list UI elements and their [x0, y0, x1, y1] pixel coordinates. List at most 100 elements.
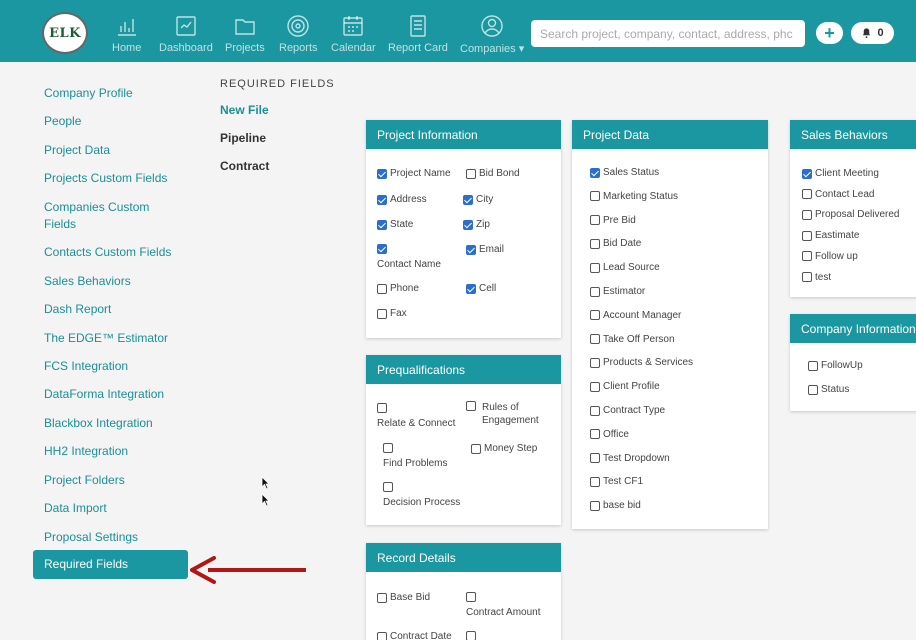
nav-dashboard[interactable]: Dashboard [159, 14, 213, 54]
checkbox-eastimate[interactable]: Eastimate [802, 230, 859, 241]
checkbox-icon[interactable] [808, 360, 818, 371]
sidebar-item-hh2-integration[interactable]: HH2 Integration [44, 443, 194, 460]
checkbox-icon[interactable] [466, 631, 476, 640]
checkbox-icon[interactable] [377, 219, 387, 230]
checkbox-icon[interactable] [590, 429, 600, 440]
checkbox-money-step[interactable]: Money Step [471, 443, 537, 454]
checkbox-phone[interactable]: Phone [377, 283, 419, 294]
checkbox-icon[interactable] [590, 334, 600, 345]
checkbox-icon[interactable] [808, 384, 818, 395]
sidebar-item-project-folders[interactable]: Project Folders [44, 472, 194, 489]
checkbox-status[interactable]: Status [808, 384, 849, 395]
checkbox-icon[interactable] [377, 283, 387, 294]
checkbox-project-name[interactable]: Project Name [377, 168, 451, 179]
checkbox-icon[interactable] [802, 168, 812, 179]
checkbox-icon[interactable] [802, 189, 812, 200]
checkbox-lead-source[interactable]: Lead Source [590, 262, 660, 273]
sidebar-item-required-fields[interactable]: Required Fields [33, 550, 188, 579]
checkbox-fax[interactable]: Fax [377, 308, 407, 319]
checkbox-contract-amount[interactable]: Contract Amount [466, 592, 540, 618]
notifications-button[interactable]: 0 [851, 22, 894, 44]
checkbox-icon[interactable] [590, 215, 600, 226]
checkbox-bid-date[interactable]: Bid Date [590, 238, 641, 249]
sidebar-item-data-import[interactable]: Data Import [44, 500, 194, 517]
checkbox-sales-status[interactable]: Sales Status [590, 167, 659, 178]
checkbox-marketing-status[interactable]: Marketing Status [590, 191, 678, 202]
checkbox-icon[interactable] [590, 238, 600, 249]
subnav-new-file[interactable]: New File [220, 103, 269, 117]
checkbox-icon[interactable] [466, 592, 476, 602]
checkbox-icon[interactable] [377, 168, 387, 179]
checkbox-relate-connect[interactable]: Relate & Connect [377, 403, 455, 429]
checkbox-icon[interactable] [802, 209, 812, 220]
checkbox-decision-process[interactable]: Decision Process [383, 482, 460, 508]
checkbox-icon[interactable] [463, 194, 473, 205]
checkbox-icon[interactable] [590, 405, 600, 416]
checkbox-icon[interactable] [590, 310, 600, 321]
checkbox-icon[interactable] [466, 168, 476, 179]
checkbox-icon[interactable] [377, 403, 387, 413]
checkbox-icon[interactable] [590, 286, 600, 297]
sidebar-item-fcs-integration[interactable]: FCS Integration [44, 358, 194, 375]
sidebar-item-project-data[interactable]: Project Data [44, 142, 194, 159]
checkbox-icon[interactable] [377, 592, 387, 603]
checkbox-bid-bond[interactable]: Bid Bond [466, 168, 520, 179]
checkbox-icon[interactable] [802, 251, 812, 262]
checkbox-follow-up[interactable]: Follow up [802, 251, 858, 262]
checkbox-test-dropdown[interactable]: Test Dropdown [590, 453, 670, 464]
checkbox-email[interactable]: Email [466, 244, 504, 255]
sidebar-item-projects-custom-fields[interactable]: Projects Custom Fields [44, 170, 194, 187]
checkbox-icon[interactable] [466, 244, 476, 255]
checkbox-icon[interactable] [590, 381, 600, 392]
checkbox-icon[interactable] [377, 244, 387, 254]
checkbox-contract-type[interactable]: Contract Type [590, 405, 665, 416]
checkbox-icon[interactable] [466, 401, 476, 411]
checkbox-record-extra[interactable] [466, 631, 479, 640]
checkbox-products-services[interactable]: Products & Services [590, 357, 693, 368]
checkbox-office[interactable]: Office [590, 429, 629, 440]
nav-home[interactable]: Home [112, 14, 141, 54]
add-button[interactable]: + [816, 22, 843, 44]
checkbox-client-meeting[interactable]: Client Meeting [802, 168, 879, 179]
checkbox-icon[interactable] [377, 308, 387, 319]
sidebar-item-proposal-settings[interactable]: Proposal Settings [44, 529, 194, 546]
checkbox-account-manager[interactable]: Account Manager [590, 310, 681, 321]
sidebar-item-blackbox-integration[interactable]: Blackbox Integration [44, 415, 194, 432]
checkbox-proposal-delivered[interactable]: Proposal Delivered [802, 209, 900, 220]
checkbox-take-off-person[interactable]: Take Off Person [590, 334, 675, 345]
checkbox-zip[interactable]: Zip [463, 219, 490, 230]
company-logo[interactable]: ELK [42, 12, 88, 54]
sidebar-item-companies-custom-fields[interactable]: Companies Custom Fields [44, 199, 164, 233]
nav-calendar[interactable]: Calendar [331, 14, 376, 54]
sidebar-item-dataforma-integration[interactable]: DataForma Integration [44, 386, 194, 403]
nav-companies[interactable]: Companies ▾ [460, 14, 524, 55]
checkbox-base-bid[interactable]: Base Bid [377, 592, 430, 603]
checkbox-icon[interactable] [463, 219, 473, 230]
sidebar-item-edge-estimator[interactable]: The EDGE™ Estimator [44, 330, 194, 347]
sidebar-item-people[interactable]: People [44, 113, 194, 130]
checkbox-client-profile[interactable]: Client Profile [590, 381, 660, 392]
checkbox-icon[interactable] [590, 476, 600, 487]
nav-reports[interactable]: Reports [279, 14, 318, 54]
checkbox-rules-engagement[interactable]: Rules of Engagement [466, 401, 552, 427]
checkbox-estimator[interactable]: Estimator [590, 286, 645, 297]
checkbox-contract-date[interactable]: Contract Date [377, 631, 452, 640]
checkbox-icon[interactable] [590, 191, 600, 202]
nav-projects[interactable]: Projects [225, 14, 265, 54]
checkbox-cell[interactable]: Cell [466, 283, 496, 294]
subnav-contract[interactable]: Contract [220, 159, 269, 173]
sidebar-item-dash-report[interactable]: Dash Report [44, 301, 194, 318]
subnav-pipeline[interactable]: Pipeline [220, 131, 266, 145]
checkbox-contact-name[interactable]: Contact Name [377, 244, 441, 270]
sidebar-item-contacts-custom-fields[interactable]: Contacts Custom Fields [44, 244, 194, 261]
checkbox-test-cf1[interactable]: Test CF1 [590, 476, 643, 487]
checkbox-icon[interactable] [590, 453, 600, 464]
checkbox-state[interactable]: State [377, 219, 413, 230]
checkbox-icon[interactable] [802, 230, 812, 241]
checkbox-base-bid[interactable]: base bid [590, 500, 641, 511]
checkbox-icon[interactable] [590, 167, 600, 178]
checkbox-icon[interactable] [383, 482, 393, 492]
checkbox-icon[interactable] [471, 443, 481, 454]
sidebar-item-company-profile[interactable]: Company Profile [44, 85, 194, 102]
checkbox-icon[interactable] [377, 631, 387, 640]
